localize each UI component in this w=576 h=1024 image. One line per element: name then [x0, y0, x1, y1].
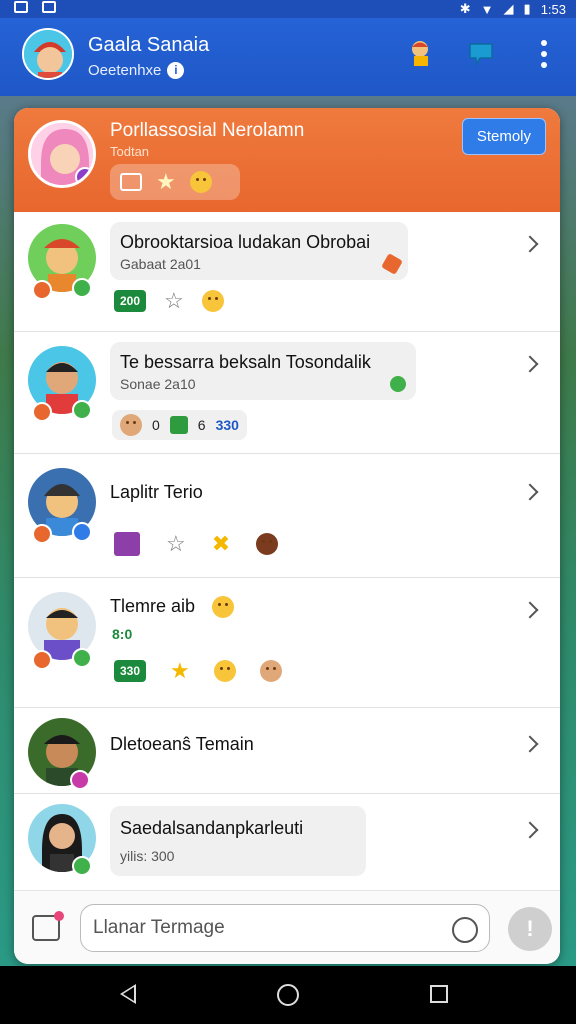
smile-icon: [212, 596, 234, 618]
character-icon[interactable]: [406, 38, 436, 68]
status-badge: [72, 278, 92, 298]
stars-icon[interactable]: ★: [156, 171, 176, 193]
list-item[interactable]: Laplitr Terio ☆ ✖: [14, 454, 560, 578]
face-icon[interactable]: [189, 171, 212, 193]
star-icon: ✖: [211, 531, 231, 556]
item-title: Te bessarra beksaln Tosondalik: [120, 352, 371, 372]
message-input[interactable]: [80, 904, 490, 952]
item-chips: 0 6 330: [112, 410, 247, 440]
chevron-right-icon[interactable]: [521, 821, 539, 839]
chevron-right-icon[interactable]: [521, 483, 539, 501]
chevron-right-icon[interactable]: [521, 735, 539, 753]
status-badge: [72, 856, 92, 876]
star-outline-icon: ☆: [166, 531, 186, 556]
app-bar: Gaala Sanaia Oeetenhxe i: [0, 18, 576, 96]
status-badge: [32, 402, 52, 422]
status-bar: ✱ ▼ ◢ ▮ 1:53: [0, 0, 576, 18]
header-title: Porllassosial Nerolamn: [110, 120, 305, 141]
status-badge: [75, 167, 93, 185]
status-badge: [72, 648, 92, 668]
smile-icon: [213, 660, 236, 682]
item-subtitle: Gabaat 2a01: [120, 256, 201, 272]
face-icon: [259, 660, 282, 682]
list-item[interactable]: Tlemre aib 8:0 330 ★: [14, 578, 560, 708]
back-icon[interactable]: [120, 984, 136, 1004]
user-avatar[interactable]: [22, 28, 74, 80]
status-badge: [70, 770, 90, 790]
message-bubble: [110, 806, 366, 876]
smile-icon: [201, 290, 224, 312]
item-title: Tlemre aib: [110, 596, 196, 616]
signal-icon: ◢: [503, 1, 514, 16]
app-title: Gaala Sanaia: [88, 34, 210, 56]
clock: 1:53: [540, 1, 566, 17]
system-nav-bar: [0, 966, 576, 1024]
star-outline-icon: ☆: [164, 288, 184, 313]
header-chips: ★: [110, 164, 240, 200]
item-subtitle: Sonae 2a10: [120, 376, 196, 392]
group-avatar[interactable]: [28, 120, 96, 188]
notification-icon: [14, 1, 28, 13]
count-pill: 200: [114, 290, 147, 312]
chat-panel: Porllassosial Nerolamn Todtan ★ Stemoly …: [14, 108, 560, 964]
notification-dot: [54, 911, 64, 921]
tile-icon: [114, 532, 140, 556]
count-6: 6: [197, 417, 206, 433]
leaf-icon: [169, 416, 188, 434]
flag-icon[interactable]: [466, 38, 496, 68]
item-chips: 330 ★: [114, 660, 282, 682]
star-icon: ★: [170, 658, 190, 683]
online-icon: [390, 376, 406, 392]
face-icon: [256, 533, 279, 555]
list-item[interactable]: Te bessarra beksaln Tosondalik Sonae 2a1…: [14, 332, 560, 454]
header-action-button[interactable]: Stemoly: [461, 118, 546, 155]
bluetooth-icon: ✱: [459, 1, 471, 16]
item-title: Laplitr Terio: [110, 482, 203, 502]
item-chips: ☆ ✖: [114, 531, 279, 556]
app-subtitle: Oeetenhxe i: [88, 62, 185, 79]
wifi-icon: ▼: [480, 1, 494, 17]
list-item[interactable]: Saedalsandanpkarleuti yilis: 300: [14, 794, 560, 890]
item-subtitle: 8:0: [112, 626, 133, 642]
item-title: Obrooktarsioa ludakan Obrobai: [120, 232, 371, 252]
avatar-icon: [120, 414, 142, 436]
image-icon: [42, 1, 56, 13]
home-icon[interactable]: [277, 984, 299, 1006]
count-pill: 330: [114, 660, 147, 682]
list-item[interactable]: Obrooktarsioa ludakan Obrobai Gabaat 2a0…: [14, 212, 560, 332]
emoji-icon[interactable]: [452, 917, 478, 943]
info-icon[interactable]: i: [167, 62, 185, 79]
battery-icon: ▮: [523, 1, 531, 16]
more-vert-icon[interactable]: [540, 40, 548, 68]
app-subtitle-text: Oeetenhxe: [88, 62, 162, 79]
list-item[interactable]: Dletoeanŝ Temain: [14, 708, 560, 794]
item-title: Saedalsandanpkarleuti: [120, 818, 304, 838]
count-0: 0: [152, 417, 160, 433]
send-button[interactable]: !: [508, 907, 552, 951]
item-subtitle: yilis: 300: [120, 848, 175, 864]
status-badge: [32, 524, 52, 544]
status-badge: [72, 400, 92, 420]
recents-icon[interactable]: [430, 985, 448, 1003]
grid-icon[interactable]: [120, 173, 142, 191]
status-badge: [72, 522, 92, 542]
panel-header: Porllassosial Nerolamn Todtan ★ Stemoly: [14, 108, 560, 212]
status-badge: [32, 650, 52, 670]
chevron-right-icon[interactable]: [521, 235, 539, 253]
chevron-right-icon[interactable]: [521, 601, 539, 619]
chevron-right-icon[interactable]: [521, 355, 539, 373]
message-composer: !: [14, 890, 560, 964]
count-330: 330: [215, 417, 239, 433]
header-subtitle: Todtan: [110, 144, 150, 159]
item-title: Dletoeanŝ Temain: [110, 734, 254, 754]
item-chips: 200 ☆: [114, 290, 224, 312]
status-badge: [32, 280, 52, 300]
